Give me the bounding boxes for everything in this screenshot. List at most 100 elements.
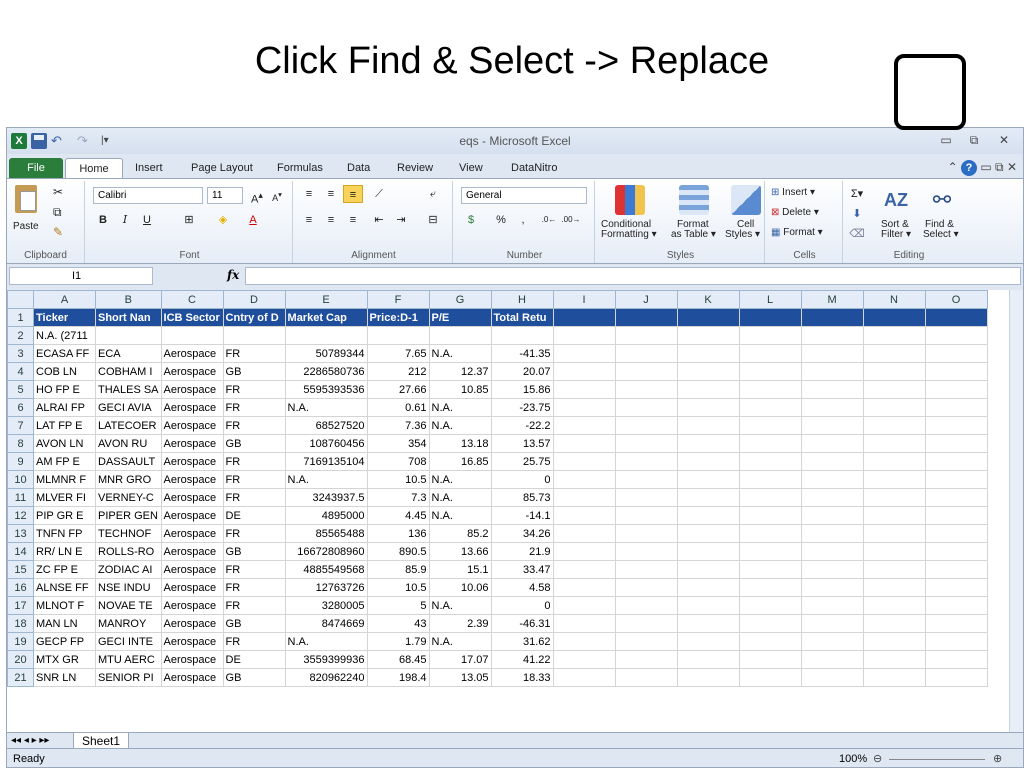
cell[interactable] xyxy=(676,470,740,489)
cell[interactable] xyxy=(428,326,492,345)
decrease-indent-icon[interactable]: ⇤ xyxy=(369,211,389,229)
format-button[interactable]: Format ▾ xyxy=(783,227,822,238)
cell[interactable]: FR xyxy=(222,380,286,399)
wb-close-icon[interactable]: ✕ xyxy=(1007,160,1017,174)
row-header[interactable]: 13 xyxy=(7,524,34,543)
cell[interactable] xyxy=(676,380,740,399)
cell[interactable]: N.A. xyxy=(428,506,492,525)
cell[interactable] xyxy=(552,398,616,417)
cell[interactable] xyxy=(676,488,740,507)
cell[interactable]: Aerospace xyxy=(160,470,224,489)
cell[interactable]: GB xyxy=(222,542,286,561)
cell[interactable] xyxy=(552,524,616,543)
cell[interactable]: Aerospace xyxy=(160,614,224,633)
cell[interactable]: 0.61 xyxy=(366,398,430,417)
cell[interactable] xyxy=(676,596,740,615)
minimize-ribbon-icon[interactable]: ⌃ xyxy=(948,160,958,174)
cell[interactable]: ICB Sector xyxy=(160,308,224,327)
cell[interactable]: 13.66 xyxy=(428,542,492,561)
paste-icon[interactable] xyxy=(15,185,37,213)
cell[interactable] xyxy=(800,362,864,381)
format-as-table-sub[interactable]: as Table ▾ xyxy=(671,229,716,240)
row-header[interactable]: 8 xyxy=(7,434,34,453)
cell[interactable]: Aerospace xyxy=(160,506,224,525)
cell[interactable] xyxy=(924,416,988,435)
cell[interactable] xyxy=(924,524,988,543)
tab-formulas[interactable]: Formulas xyxy=(273,158,327,178)
borders-icon[interactable]: ⊞ xyxy=(179,211,199,229)
cell[interactable]: 85.9 xyxy=(366,560,430,579)
binoculars-icon[interactable]: ⚯ xyxy=(927,185,957,215)
cell[interactable]: 4.45 xyxy=(366,506,430,525)
conditional-formatting-sub[interactable]: Formatting ▾ xyxy=(601,229,657,240)
cell[interactable]: Aerospace xyxy=(160,668,224,687)
cell[interactable] xyxy=(552,578,616,597)
cell[interactable] xyxy=(924,578,988,597)
cell[interactable] xyxy=(738,614,802,633)
cell[interactable]: MLMNR F xyxy=(33,470,96,489)
cell[interactable] xyxy=(862,434,926,453)
column-header[interactable]: N xyxy=(862,290,926,309)
cell[interactable]: Aerospace xyxy=(160,488,224,507)
cell[interactable]: 820962240 xyxy=(284,668,368,687)
cell[interactable]: FR xyxy=(222,416,286,435)
cell[interactable] xyxy=(552,614,616,633)
cell[interactable]: 5595393536 xyxy=(284,380,368,399)
cell[interactable] xyxy=(924,614,988,633)
cell[interactable]: GB xyxy=(222,668,286,687)
cell[interactable]: Aerospace xyxy=(160,524,224,543)
insert-button[interactable]: Insert ▾ xyxy=(782,187,815,198)
cell[interactable] xyxy=(614,596,678,615)
zoom-in-icon[interactable]: ⊕ xyxy=(993,749,1002,767)
cell[interactable] xyxy=(738,578,802,597)
column-header[interactable]: G xyxy=(428,290,492,309)
cell[interactable]: 43 xyxy=(366,614,430,633)
row-header[interactable]: 10 xyxy=(7,470,34,489)
cell[interactable]: ECASA FF xyxy=(33,344,96,363)
cell[interactable]: 16672808960 xyxy=(284,542,368,561)
cell[interactable] xyxy=(924,632,988,651)
cell[interactable]: 13.05 xyxy=(428,668,492,687)
clear-icon[interactable]: ⌫ xyxy=(847,225,867,243)
cell[interactable] xyxy=(800,650,864,669)
cell[interactable]: FR xyxy=(222,632,286,651)
column-header[interactable]: I xyxy=(552,290,616,309)
cell[interactable]: 31.62 xyxy=(490,632,554,651)
cell[interactable] xyxy=(614,326,678,345)
cell[interactable]: AM FP E xyxy=(33,452,96,471)
align-top-icon[interactable]: ≡ xyxy=(299,185,319,203)
cell[interactable] xyxy=(862,344,926,363)
cell[interactable]: 85.2 xyxy=(428,524,492,543)
row-header[interactable]: 9 xyxy=(7,452,34,471)
cell[interactable] xyxy=(552,434,616,453)
cell[interactable] xyxy=(614,488,678,507)
cell[interactable]: 10.5 xyxy=(366,578,430,597)
cell[interactable] xyxy=(862,416,926,435)
cell[interactable]: 33.47 xyxy=(490,560,554,579)
cell[interactable] xyxy=(924,668,988,687)
cell[interactable]: MAN LN xyxy=(33,614,96,633)
cell[interactable] xyxy=(738,398,802,417)
autosum-icon[interactable]: Σ▾ xyxy=(847,185,867,203)
cell[interactable]: 15.86 xyxy=(490,380,554,399)
cell[interactable]: 17.07 xyxy=(428,650,492,669)
cell[interactable]: ZC FP E xyxy=(33,560,96,579)
cell[interactable] xyxy=(924,488,988,507)
cell[interactable]: FR xyxy=(222,452,286,471)
cell[interactable] xyxy=(924,308,988,327)
cell[interactable] xyxy=(614,380,678,399)
copy-icon[interactable]: ⧉ xyxy=(53,205,62,220)
number-format-select[interactable]: General xyxy=(461,187,587,204)
cell[interactable]: 68527520 xyxy=(284,416,368,435)
cell[interactable] xyxy=(614,542,678,561)
cell[interactable] xyxy=(862,524,926,543)
cell[interactable] xyxy=(676,668,740,687)
cell[interactable]: MTU AERC xyxy=(95,650,162,669)
cell[interactable] xyxy=(552,596,616,615)
cell[interactable] xyxy=(800,560,864,579)
cell[interactable] xyxy=(552,452,616,471)
cell[interactable] xyxy=(738,632,802,651)
cell[interactable] xyxy=(160,326,224,345)
cell[interactable] xyxy=(676,506,740,525)
tab-page-layout[interactable]: Page Layout xyxy=(187,158,257,178)
